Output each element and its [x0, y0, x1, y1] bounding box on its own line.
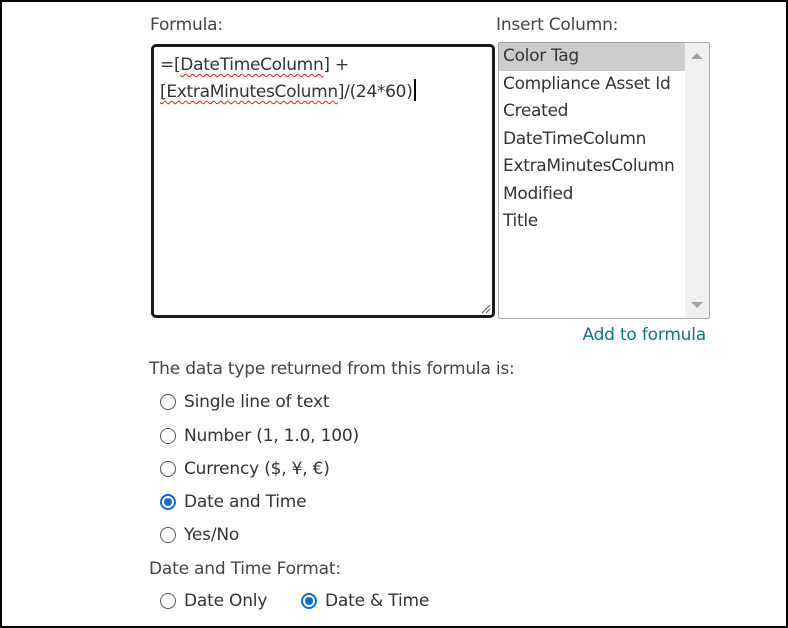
list-item[interactable]: Title	[499, 208, 685, 236]
formula-text[interactable]: =[DateTimeColumn] + [ExtraMinutesColumn]…	[160, 52, 484, 106]
radio-button-checked[interactable]	[160, 494, 176, 510]
date-time-format-label: Date and Time Format:	[149, 559, 341, 579]
text-caret	[413, 79, 416, 101]
spellcheck-token: DateTimeColumn	[180, 55, 324, 75]
formula-label: Formula:	[150, 15, 223, 35]
list-item[interactable]: Compliance Asset Id	[499, 71, 685, 99]
radio-number[interactable]: Number (1, 1.0, 100)	[160, 426, 359, 446]
radio-button-checked[interactable]	[301, 593, 317, 609]
radio-single-line-text[interactable]: Single line of text	[160, 392, 329, 412]
radio-button[interactable]	[160, 394, 176, 410]
radio-yes-no[interactable]: Yes/No	[160, 525, 239, 545]
radio-label: Currency ($, ¥, €)	[184, 459, 330, 479]
listbox-scrollbar[interactable]	[685, 43, 709, 318]
spellcheck-token: ExtraMinutesColumn	[166, 82, 338, 102]
radio-button[interactable]	[160, 593, 176, 609]
formula-text-part: ] +	[323, 55, 349, 75]
list-item[interactable]: Modified	[499, 181, 685, 209]
radio-button[interactable]	[160, 461, 176, 477]
radio-label: Date Only	[184, 591, 268, 611]
radio-label: Date and Time	[184, 492, 307, 512]
scroll-up-arrow-icon[interactable]	[691, 53, 703, 59]
insert-column-label: Insert Column:	[496, 15, 619, 35]
insert-column-listbox[interactable]: Color Tag Compliance Asset Id Created Da…	[498, 42, 710, 319]
page-frame: Formula: Insert Column: =[DateTimeColumn…	[0, 0, 788, 628]
list-item[interactable]: DateTimeColumn	[499, 126, 685, 154]
list-item-selected[interactable]: Color Tag	[499, 43, 685, 71]
radio-button[interactable]	[160, 527, 176, 543]
formula-text-part: =[	[160, 55, 181, 75]
list-item[interactable]: Created	[499, 98, 685, 126]
radio-label: Date & Time	[325, 591, 430, 611]
radio-date-and-time[interactable]: Date and Time	[160, 492, 307, 512]
resize-grip-icon[interactable]	[479, 302, 491, 314]
radio-date-only[interactable]: Date Only	[160, 591, 267, 611]
column-list: Color Tag Compliance Asset Id Created Da…	[499, 43, 685, 236]
formula-textarea[interactable]: =[DateTimeColumn] + [ExtraMinutesColumn]…	[151, 44, 495, 318]
radio-label: Single line of text	[184, 392, 330, 412]
scroll-down-arrow-icon[interactable]	[691, 302, 703, 308]
radio-label: Number (1, 1.0, 100)	[184, 426, 359, 446]
radio-date-time[interactable]: Date & Time	[301, 591, 429, 611]
data-type-label: The data type returned from this formula…	[149, 359, 515, 379]
add-to-formula-link[interactable]: Add to formula	[582, 325, 706, 345]
list-item[interactable]: ExtraMinutesColumn	[499, 153, 685, 181]
formula-text-part: ]/(24*60)	[337, 82, 413, 102]
radio-currency[interactable]: Currency ($, ¥, €)	[160, 459, 330, 479]
radio-button[interactable]	[160, 428, 176, 444]
radio-label: Yes/No	[184, 525, 240, 545]
